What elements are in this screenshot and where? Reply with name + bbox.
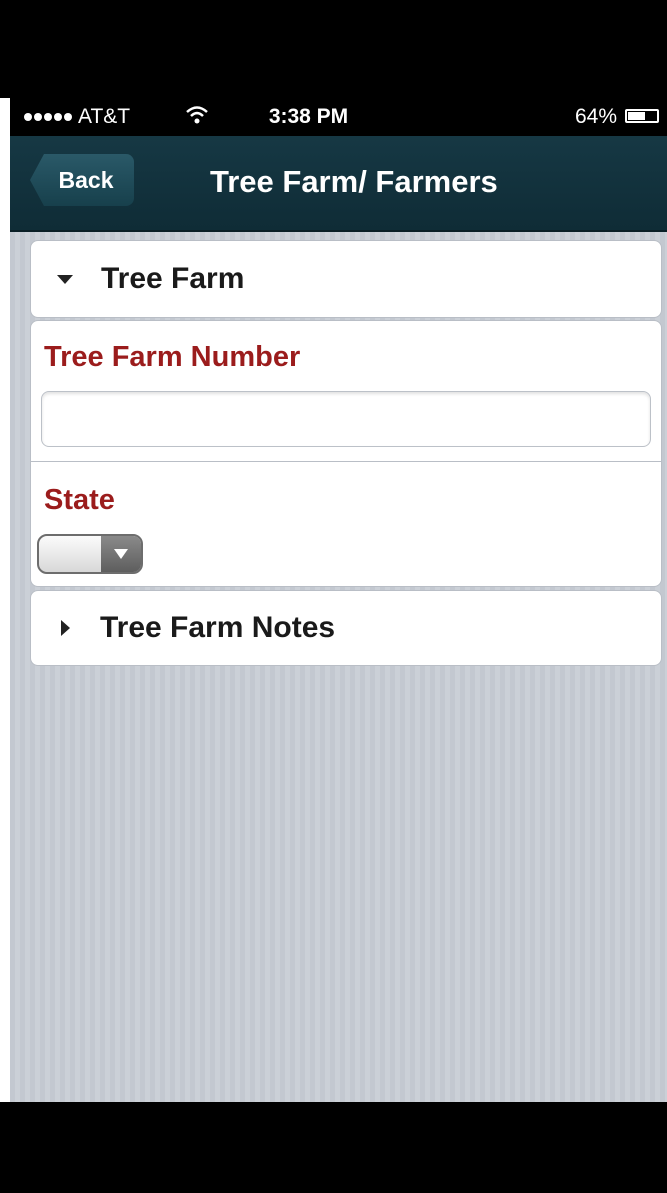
tree-farm-number-input[interactable] [41, 391, 651, 447]
back-button[interactable]: Back [30, 154, 134, 206]
chevron-down-icon [114, 549, 128, 559]
battery-icon [625, 109, 659, 123]
section-title: Tree Farm Notes [100, 611, 336, 644]
tree-farm-section-header[interactable]: Tree Farm [30, 240, 662, 318]
page-title: Tree Farm/ Farmers [210, 164, 498, 199]
navigation-bar: Back Tree Farm/ Farmers [10, 136, 667, 232]
left-edge-strip [0, 98, 10, 1102]
tree-farm-number-field-group: Tree Farm Number [30, 320, 662, 462]
caret-down-icon [57, 274, 73, 284]
battery-percentage: 64% [574, 105, 617, 128]
state-label: State [44, 484, 115, 516]
battery-fill [628, 112, 646, 120]
top-black-bar [0, 0, 667, 98]
select-arrow-box [101, 536, 141, 572]
content-area: Tree Farm Tree Farm Number State Tree Fa… [10, 232, 667, 1102]
caret-right-icon [61, 620, 70, 636]
tree-farm-number-label: Tree Farm Number [44, 341, 301, 373]
bottom-black-bar [0, 1102, 667, 1193]
state-select[interactable] [37, 534, 143, 574]
section-title: Tree Farm [101, 262, 245, 295]
tree-farm-notes-section-header[interactable]: Tree Farm Notes [30, 590, 662, 666]
state-field-group: State [30, 461, 662, 587]
clock: 3:38 PM [268, 105, 349, 128]
status-bar: AT&T 3:38 PM 64% [10, 98, 667, 136]
